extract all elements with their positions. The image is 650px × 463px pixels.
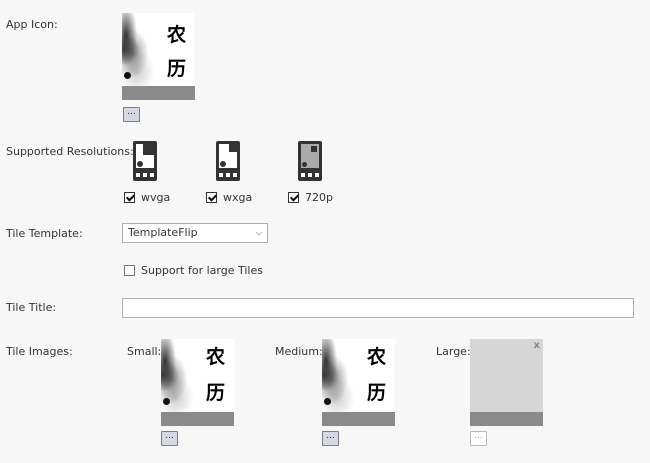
chevron-down-icon: ⌵: [255, 228, 262, 237]
icon-glyph-top: 农: [167, 24, 187, 46]
ink-dot: [124, 72, 131, 79]
small-tile-browse-button[interactable]: ...: [161, 431, 178, 446]
wxga-checkbox[interactable]: [206, 192, 217, 203]
large-tiles-checkbox[interactable]: [124, 265, 135, 276]
large-tile-placeholder: x: [470, 339, 543, 426]
tile-glyph-bottom: 历: [367, 382, 387, 404]
medium-tile-browse-button[interactable]: ...: [322, 431, 339, 446]
tile-title-input[interactable]: [122, 298, 634, 318]
large-tile-browse-button[interactable]: ...: [470, 431, 487, 446]
tile-glyph-top: 农: [206, 346, 226, 368]
ink-dot: [163, 398, 170, 405]
supported-resolutions-label: Supported Resolutions:: [6, 145, 134, 158]
phone-wvga-icon: [133, 141, 157, 181]
tile-template-select[interactable]: TemplateFlip ⌵: [122, 223, 268, 243]
wxga-label: wxga: [223, 191, 253, 204]
tile-template-label: Tile Template:: [6, 227, 83, 240]
icon-glyph-bottom: 历: [167, 58, 187, 80]
medium-tile-image: 农 历: [322, 339, 395, 426]
medium-label: Medium:: [275, 345, 323, 358]
tile-caption-bar: [161, 412, 234, 426]
720p-checkbox[interactable]: [288, 192, 299, 203]
tile-caption-bar: [122, 86, 195, 100]
small-label: Small:: [127, 345, 162, 358]
tile-glyph-bottom: 历: [206, 382, 226, 404]
large-tiles-label: Support for large Tiles: [141, 264, 263, 277]
wvga-checkbox[interactable]: [124, 192, 135, 203]
large-label: Large:: [436, 345, 471, 358]
phone-720p-icon: [298, 141, 322, 181]
remove-large-tile-icon[interactable]: x: [534, 340, 540, 351]
tile-caption-bar: [470, 412, 543, 426]
phone-wxga-icon: [216, 141, 240, 181]
720p-label: 720p: [305, 191, 333, 204]
app-icon-label: App Icon:: [6, 18, 58, 31]
tile-glyph-top: 农: [367, 346, 387, 368]
app-icon-browse-button[interactable]: ...: [123, 107, 140, 122]
tile-images-label: Tile Images:: [6, 345, 73, 358]
wvga-label: wvga: [141, 191, 171, 204]
ink-dot: [324, 398, 331, 405]
tile-caption-bar: [322, 412, 395, 426]
app-icon-image: 农 历: [122, 13, 195, 100]
small-tile-image: 农 历: [161, 339, 234, 426]
tile-template-value: TemplateFlip: [128, 226, 198, 239]
tile-title-label: Tile Title:: [6, 301, 57, 314]
